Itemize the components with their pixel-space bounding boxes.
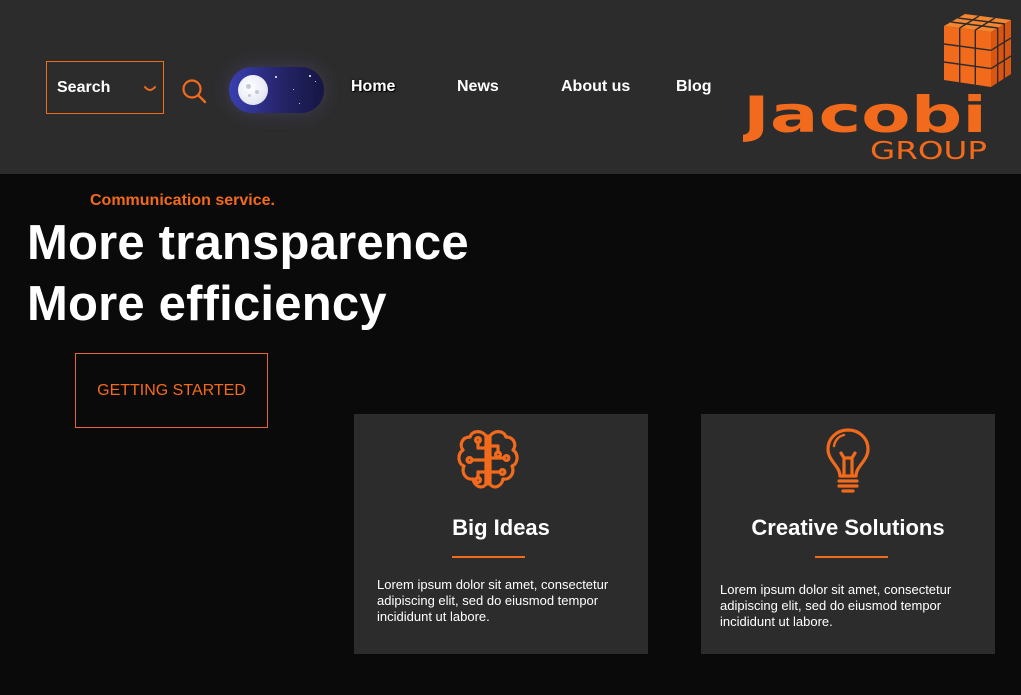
star-icon bbox=[309, 75, 311, 77]
getting-started-button[interactable]: GETTING STARTED bbox=[75, 353, 268, 428]
search-label: Search bbox=[57, 78, 111, 96]
feature-card: Creative Solutions Lorem ipsum dolor sit… bbox=[701, 414, 995, 654]
lightbulb-icon bbox=[826, 428, 870, 493]
card-title: Big Ideas bbox=[452, 515, 550, 540]
hero-eyebrow: Communication service. bbox=[90, 192, 275, 209]
nav-news[interactable]: News bbox=[457, 78, 499, 96]
company-logo[interactable]: Jacobi GROUP bbox=[743, 12, 1013, 164]
star-icon bbox=[293, 89, 294, 90]
card-body: Lorem ipsum dolor sit amet, consectetur … bbox=[377, 577, 609, 624]
star-icon bbox=[275, 76, 277, 78]
star-icon bbox=[315, 81, 316, 82]
chevron-down-icon bbox=[144, 86, 156, 91]
card-body: Lorem ipsum dolor sit amet, consectetur … bbox=[720, 582, 952, 629]
star-icon bbox=[299, 103, 300, 104]
card-divider bbox=[452, 556, 525, 558]
moon-icon bbox=[238, 75, 268, 105]
brain-icon bbox=[457, 430, 519, 489]
logo-subtitle: GROUP bbox=[870, 136, 987, 164]
cube-icon bbox=[943, 14, 1012, 87]
hero-headline-line1: More transparence bbox=[27, 216, 469, 270]
theme-toggle[interactable] bbox=[229, 67, 324, 113]
feature-card: Big Ideas Lorem ipsum dolor sit amet, co… bbox=[354, 414, 648, 654]
header-bar: Search Home News About us Blog Jacobi GR… bbox=[0, 0, 1021, 174]
nav-blog[interactable]: Blog bbox=[676, 78, 712, 96]
card-title: Creative Solutions bbox=[751, 515, 945, 540]
nav-about-us[interactable]: About us bbox=[561, 78, 630, 96]
search-dropdown[interactable]: Search bbox=[46, 61, 164, 114]
search-icon[interactable] bbox=[181, 78, 207, 104]
nav-home[interactable]: Home bbox=[351, 78, 395, 96]
hero-headline-line2: More efficiency bbox=[27, 277, 387, 331]
card-divider bbox=[815, 556, 888, 558]
